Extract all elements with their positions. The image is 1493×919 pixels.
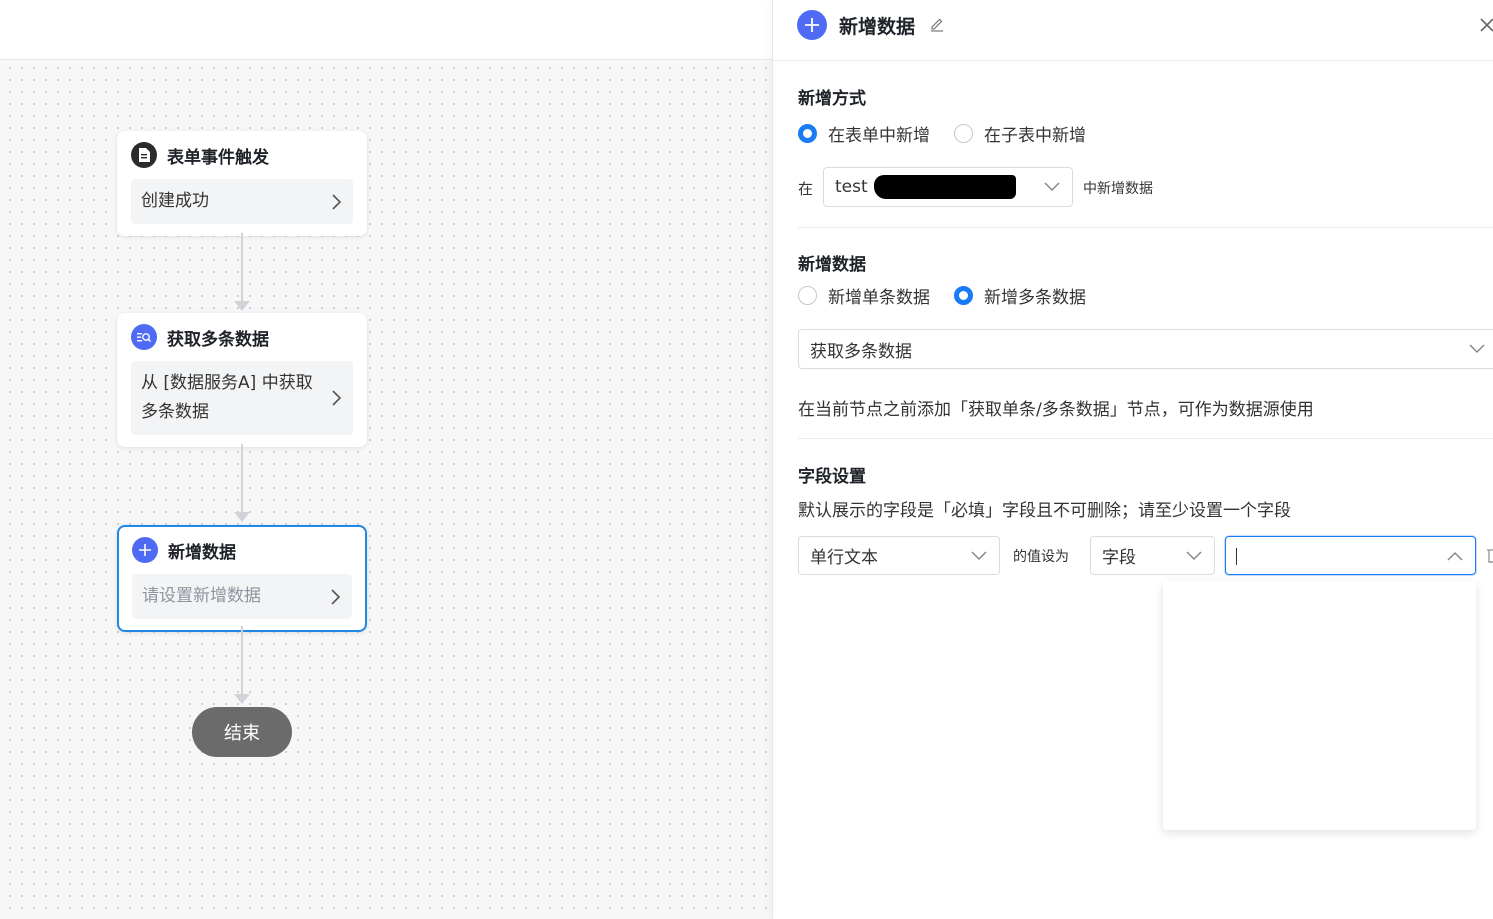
fields-hint: 默认展示的字段是「必填」字段且不可删除；请至少设置一个字段 (798, 501, 1291, 521)
form-select-suffix: 中新增数据 (1083, 181, 1153, 197)
node-config-button[interactable]: 请设置新增数据 (132, 574, 352, 619)
node-summary: 创建成功 (141, 191, 209, 211)
chevron-down-icon (971, 550, 987, 560)
flow-connector (241, 626, 243, 694)
data-source-value: 获取多条数据 (810, 341, 912, 362)
arrow-down-icon (234, 301, 250, 311)
panel-header: 新增数据 (773, 0, 1493, 61)
arrow-down-icon (234, 694, 250, 704)
edit-pencil-icon[interactable] (929, 16, 945, 32)
text-cursor (1236, 548, 1237, 565)
panel-title: 新增数据 (839, 16, 916, 38)
form-select[interactable]: test (823, 167, 1073, 207)
radio-unchecked-icon (798, 286, 817, 305)
field-value-select[interactable] (1225, 536, 1476, 575)
flow-connector (241, 233, 243, 301)
plus-icon (132, 537, 158, 563)
form-select-prefix: 在 (798, 180, 814, 198)
value-set-label: 的值设为 (1013, 549, 1069, 565)
arrow-down-icon (234, 512, 250, 522)
radio-checked-icon (954, 286, 973, 305)
data-search-icon (131, 324, 157, 350)
flow-node-add-data[interactable]: 新增数据 请设置新增数据 (117, 525, 367, 632)
radio-add-in-subtable[interactable]: 在子表中新增 (954, 121, 1086, 146)
divider (798, 438, 1493, 439)
node-summary-placeholder: 请设置新增数据 (142, 586, 261, 606)
node-summary: 从 [数据服务A] 中获取多条数据 (141, 373, 313, 422)
divider (798, 227, 1493, 228)
plus-icon (797, 10, 827, 40)
form-select-value: test (835, 177, 868, 197)
chevron-down-icon (1186, 550, 1202, 560)
radio-label: 新增单条数据 (828, 288, 930, 308)
chevron-right-icon (332, 193, 342, 210)
add-data-radio-group: 新增单条数据 新增多条数据 (798, 283, 1110, 308)
flow-node-get-multiple[interactable]: 获取多条数据 从 [数据服务A] 中获取多条数据 (117, 313, 367, 447)
data-source-select[interactable]: 获取多条数据 (798, 329, 1493, 369)
radio-single-record[interactable]: 新增单条数据 (798, 283, 930, 308)
radio-label: 在子表中新增 (984, 126, 1086, 146)
chevron-down-icon (1469, 344, 1485, 354)
value-type-select[interactable]: 字段 (1090, 536, 1215, 575)
radio-label: 在表单中新增 (828, 126, 930, 146)
redacted-mark (874, 175, 1016, 199)
document-icon (131, 142, 157, 168)
node-title: 获取多条数据 (167, 329, 269, 350)
mode-radio-group: 在表单中新增 在子表中新增 (798, 121, 1110, 146)
chevron-up-icon (1447, 551, 1463, 561)
data-source-hint: 在当前节点之前添加「获取单条/多条数据」节点，可作为数据源使用 (798, 400, 1314, 420)
end-label: 结束 (224, 723, 260, 744)
section-title-add-data: 新增数据 (798, 255, 866, 275)
flow-canvas[interactable]: 表单事件触发 创建成功 获取多条数据 从 [数据服务A] 中获取多条数据 新增数… (0, 60, 772, 919)
chevron-right-icon (332, 390, 342, 406)
radio-add-in-form[interactable]: 在表单中新增 (798, 121, 930, 146)
close-icon[interactable] (1479, 17, 1493, 33)
flow-end-node[interactable]: 结束 (192, 707, 292, 757)
field-type-value: 单行文本 (810, 548, 878, 568)
node-title: 新增数据 (168, 542, 236, 563)
section-title-fields: 字段设置 (798, 467, 866, 487)
section-title-mode: 新增方式 (798, 89, 866, 109)
node-settings-panel: 新增数据 新增方式 在表单中新增 在子表中新增 在 test 中新增数据 新增数… (772, 0, 1493, 919)
radio-unchecked-icon (954, 124, 973, 143)
flow-connector (241, 444, 243, 512)
field-type-select[interactable]: 单行文本 (798, 536, 1000, 575)
radio-checked-icon (798, 124, 817, 143)
chevron-down-icon (1044, 182, 1060, 192)
chevron-right-icon (331, 588, 341, 605)
radio-label: 新增多条数据 (984, 288, 1086, 308)
field-value-dropdown (1163, 581, 1476, 830)
flow-node-form-trigger[interactable]: 表单事件触发 创建成功 (117, 131, 367, 236)
delete-icon[interactable] (1485, 546, 1493, 564)
canvas-toolbar (0, 0, 772, 60)
value-type-value: 字段 (1102, 548, 1136, 568)
node-config-button[interactable]: 创建成功 (131, 179, 353, 224)
node-config-button[interactable]: 从 [数据服务A] 中获取多条数据 (131, 361, 353, 435)
radio-multiple-records[interactable]: 新增多条数据 (954, 283, 1086, 308)
node-title: 表单事件触发 (167, 147, 269, 168)
